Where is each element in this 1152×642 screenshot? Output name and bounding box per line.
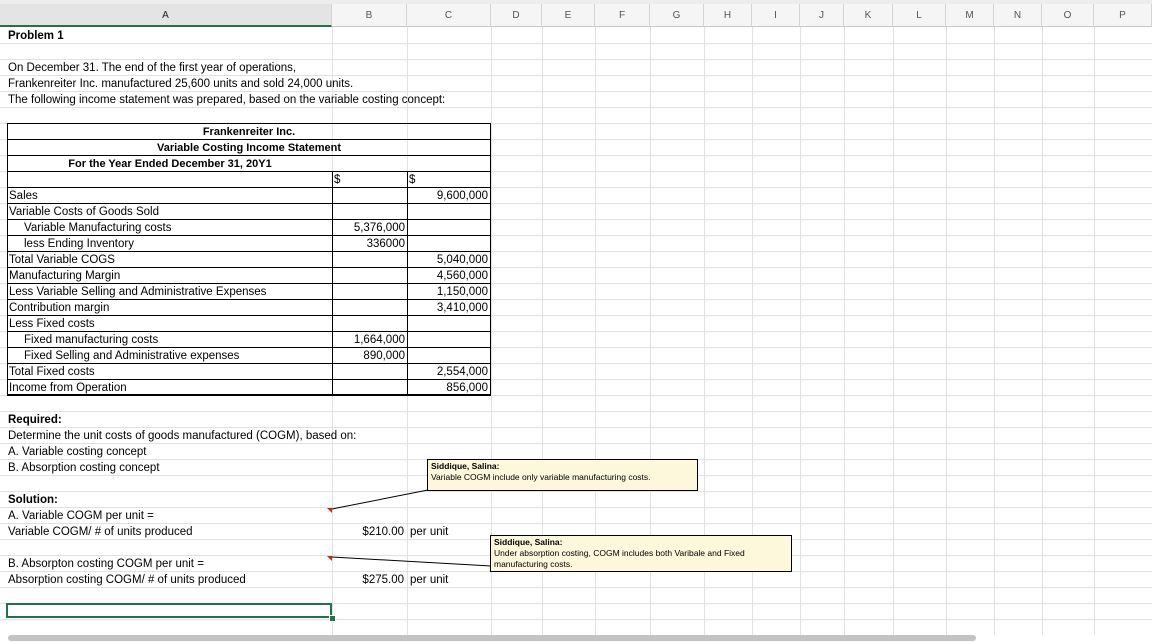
comment-author: Siddique, Salina: xyxy=(494,537,563,547)
comment-text: Variable COGM include only variable manu… xyxy=(431,472,651,482)
fill-handle[interactable] xyxy=(329,615,336,622)
comment-box-absorption[interactable]: Siddique, Salina: Under absorption costi… xyxy=(490,535,792,572)
spreadsheet-grid[interactable]: ABCDEFGHIJKLMNOP Problem 1 On December 3… xyxy=(0,0,1152,642)
comment-text: Under absorption costing, COGM includes … xyxy=(494,548,745,569)
comment-box-variable[interactable]: Siddique, Salina: Variable COGM include … xyxy=(427,459,698,491)
horizontal-scrollbar[interactable] xyxy=(8,635,976,641)
comment-author: Siddique, Salina: xyxy=(431,461,500,471)
active-cell[interactable] xyxy=(6,603,332,618)
